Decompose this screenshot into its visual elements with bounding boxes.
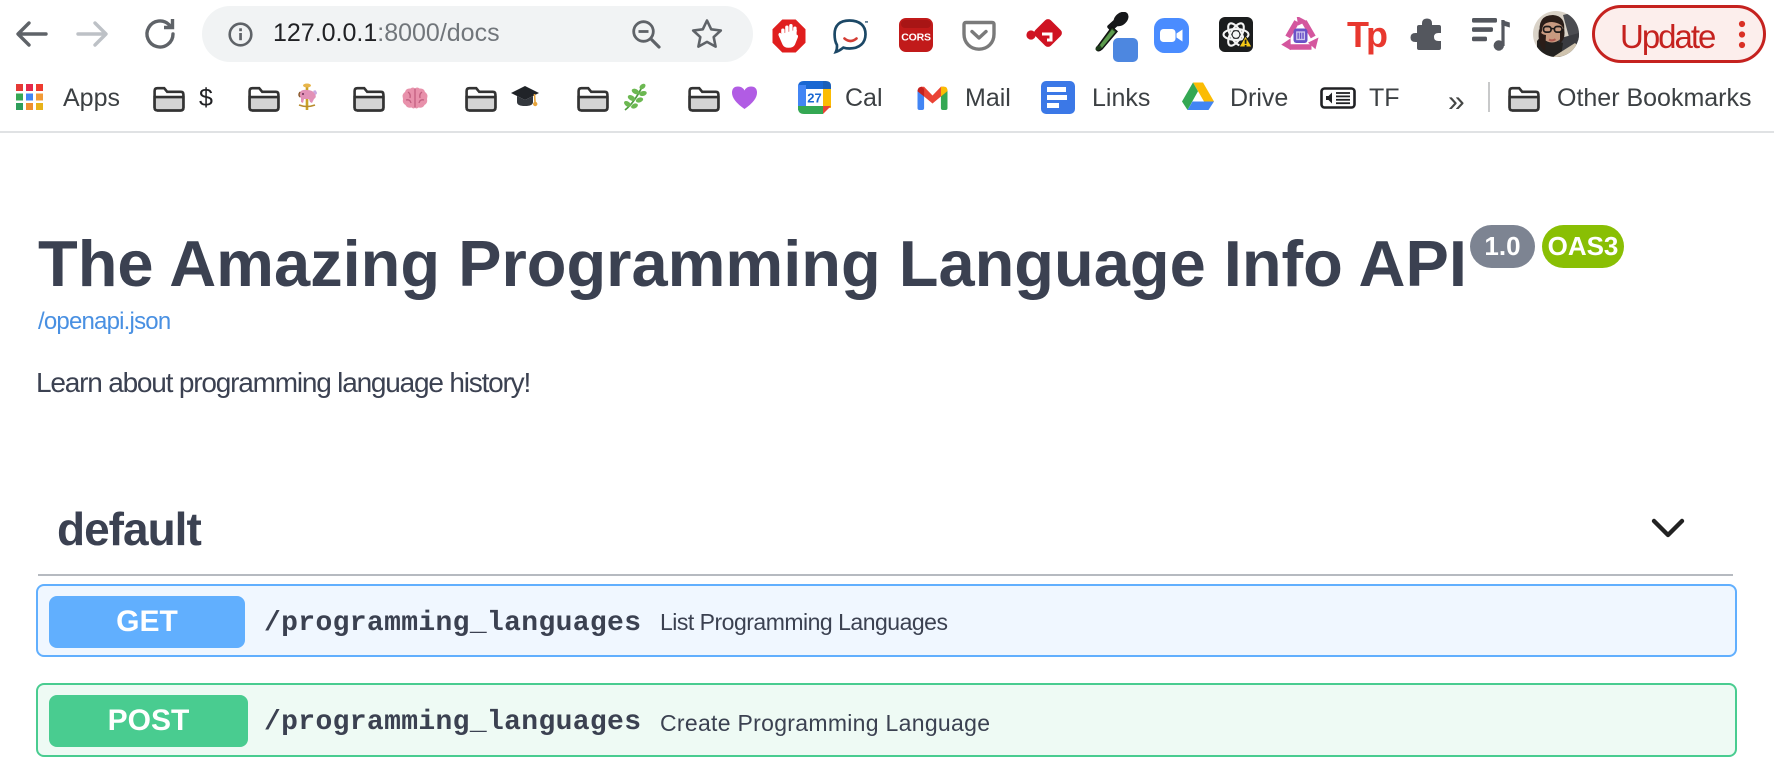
svg-text:CORS: CORS [901, 32, 931, 44]
svg-text:27: 27 [807, 91, 821, 106]
